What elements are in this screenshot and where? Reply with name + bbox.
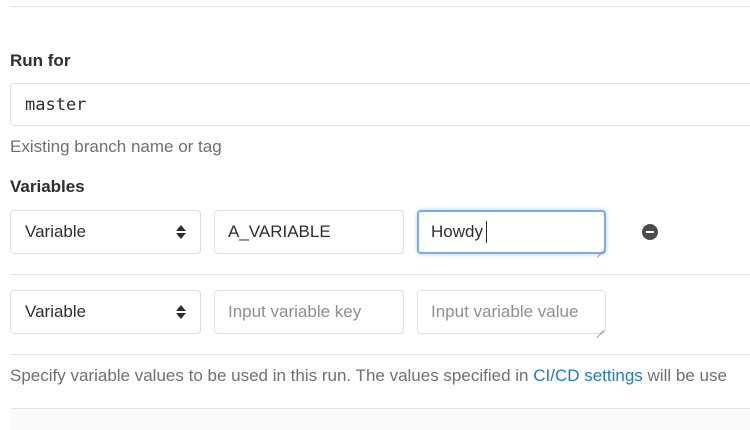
row-divider xyxy=(10,274,750,275)
run-pipeline-form: Run for Existing branch name or tag Vari… xyxy=(0,0,750,430)
text-caret xyxy=(486,221,487,243)
variable-key-input[interactable] xyxy=(214,290,404,334)
variable-type-select[interactable]: Variable xyxy=(10,210,201,254)
branch-ref-input[interactable] xyxy=(10,83,750,126)
variables-help-text: Specify variable values to be used in th… xyxy=(10,366,727,386)
variable-type-label: Variable xyxy=(25,302,87,321)
help-prefix: Specify variable values to be used in th… xyxy=(10,366,534,385)
top-divider xyxy=(10,6,750,7)
variable-value-input[interactable] xyxy=(417,290,606,334)
variable-value-input[interactable]: Howdy xyxy=(417,210,606,254)
row-divider xyxy=(10,354,750,355)
variable-key-input[interactable] xyxy=(214,210,404,254)
help-suffix: will be use xyxy=(642,366,727,385)
remove-variable-button[interactable] xyxy=(642,224,658,240)
ref-help-text: Existing branch name or tag xyxy=(10,137,222,156)
run-for-label: Run for xyxy=(10,51,71,70)
variable-type-label: Variable xyxy=(25,222,87,241)
sort-arrows-icon xyxy=(176,224,186,240)
ci-cd-settings-link[interactable]: CI/CD settings xyxy=(533,366,643,385)
variable-type-select[interactable]: Variable xyxy=(10,290,201,334)
sort-arrows-icon xyxy=(176,304,186,320)
form-actions-area xyxy=(10,409,750,430)
variables-label: Variables xyxy=(10,177,85,196)
